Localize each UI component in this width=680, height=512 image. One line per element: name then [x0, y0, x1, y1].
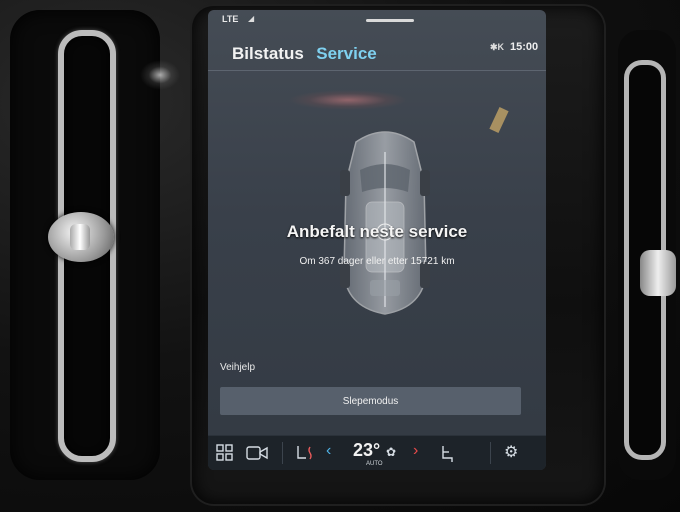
tab-bar: Bilstatus Service	[232, 44, 385, 64]
apps-grid-icon[interactable]	[216, 444, 234, 465]
bluetooth-icon: ✱K	[490, 42, 505, 52]
service-details: Om 367 dager eller etter 15721 km	[299, 256, 455, 267]
climate-divider	[490, 442, 491, 464]
signal-icon: ◢	[248, 14, 255, 23]
temp-increase-button[interactable]: ›	[413, 442, 418, 460]
auto-mode-label: AUTO	[366, 461, 383, 467]
right-vent-knob	[640, 250, 676, 296]
fan-icon[interactable]: ✿	[386, 445, 396, 459]
driver-seat-heat-icon[interactable]	[294, 444, 316, 467]
temp-decrease-button[interactable]: ‹	[326, 442, 331, 460]
roadside-assistance-label: Veihjelp	[220, 362, 256, 373]
tab-bilstatus[interactable]: Bilstatus	[232, 44, 304, 64]
network-indicator: LTE	[222, 14, 239, 24]
notification-handle[interactable]	[366, 19, 414, 22]
infotainment-screen: LTE ◢ ✱K 15:00 Bilstatus Service Anbefal…	[208, 10, 546, 470]
right-air-vent	[618, 30, 676, 480]
climate-bar: ‹ 23° ✿ AUTO › ⚙	[208, 435, 546, 470]
left-vent-knob	[48, 212, 114, 262]
climate-divider	[282, 442, 283, 464]
tow-mode-button[interactable]: Slepemodus	[220, 387, 521, 415]
status-bar: LTE ◢	[208, 10, 546, 32]
service-headline: Anbefalt neste service	[286, 222, 468, 241]
passenger-seat-icon[interactable]	[438, 444, 456, 467]
screen-glare	[288, 90, 408, 110]
clock: 15:00	[510, 41, 539, 53]
tab-divider	[208, 70, 546, 71]
left-air-vent	[10, 10, 160, 480]
temperature-display[interactable]: 23°	[353, 440, 380, 461]
screen-glare-2	[489, 107, 509, 133]
settings-gear-icon[interactable]: ⚙	[504, 442, 518, 462]
tab-service[interactable]: Service	[316, 44, 377, 64]
camera-icon[interactable]	[246, 444, 268, 465]
light-reflection	[140, 60, 180, 90]
